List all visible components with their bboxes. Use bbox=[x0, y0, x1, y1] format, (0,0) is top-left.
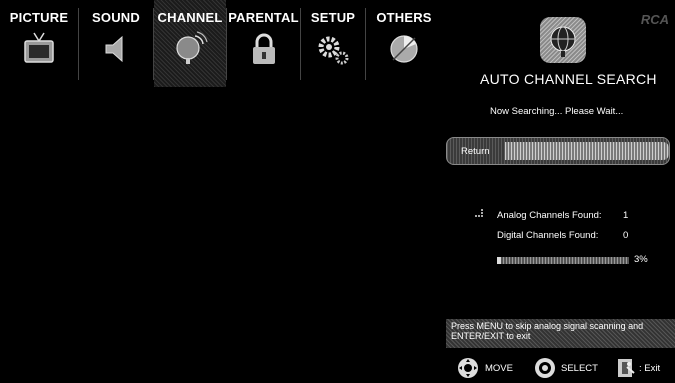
header-panel: RCA AUTO CHANNEL SEARCH bbox=[442, 0, 675, 87]
footer-move-label: MOVE bbox=[485, 363, 513, 374]
analog-channels-value: 1 bbox=[623, 210, 629, 221]
footer-exit-label: : Exit bbox=[639, 363, 661, 374]
page-title: AUTO CHANNEL SEARCH bbox=[480, 71, 657, 87]
menu-label-channel: CHANNEL bbox=[157, 10, 223, 25]
footer-select: SELECT bbox=[534, 357, 614, 379]
footer-move: MOVE bbox=[457, 357, 527, 379]
menu-bar: PICTURE SOUND CHANNEL PARENTAL SETUP OTH… bbox=[0, 0, 442, 87]
help-hint-panel: Press MENU to skip analog signal scannin… bbox=[446, 319, 675, 348]
search-progress-fill bbox=[497, 257, 501, 264]
globe-dish-icon bbox=[540, 17, 586, 63]
exit-door-icon bbox=[618, 359, 635, 377]
menu-label-parental: PARENTAL bbox=[228, 10, 299, 25]
menu-label-picture: PICTURE bbox=[9, 10, 69, 25]
digital-channels-label: Digital Channels Found: bbox=[497, 230, 599, 241]
menu-label-others: OTHERS bbox=[376, 10, 432, 25]
return-button[interactable]: Return bbox=[446, 137, 670, 165]
tv-icon bbox=[24, 32, 54, 63]
digital-channels-value: 0 bbox=[623, 230, 629, 241]
search-progress-bar bbox=[497, 257, 629, 264]
search-progress-percent: 3% bbox=[634, 254, 648, 265]
return-button-highlight bbox=[505, 142, 669, 160]
help-hint-text: Press MENU to skip analog signal scannin… bbox=[451, 321, 644, 341]
menu-label-setup: SETUP bbox=[310, 10, 356, 25]
speaker-icon bbox=[105, 35, 123, 63]
lock-icon bbox=[252, 33, 275, 64]
footer-exit: : Exit bbox=[615, 357, 675, 379]
select-button-icon bbox=[535, 358, 555, 378]
pie-chart-icon bbox=[390, 35, 418, 63]
menu-item-parental[interactable]: PARENTAL bbox=[227, 0, 300, 87]
gears-icon bbox=[318, 36, 349, 65]
menu-item-picture[interactable]: PICTURE bbox=[0, 0, 78, 87]
brand-logo: RCA bbox=[640, 12, 669, 27]
antenna-small-icon bbox=[475, 209, 483, 217]
menu-label-sound: SOUND bbox=[92, 10, 140, 25]
analog-channels-label: Analog Channels Found: bbox=[497, 210, 602, 221]
return-button-label: Return bbox=[461, 146, 490, 157]
menu-item-others[interactable]: OTHERS bbox=[366, 0, 442, 87]
satellite-dish-icon bbox=[176, 31, 208, 64]
menu-item-sound[interactable]: SOUND bbox=[79, 0, 153, 87]
dpad-icon bbox=[458, 358, 478, 378]
search-status-text: Now Searching... Please Wait... bbox=[490, 106, 624, 117]
footer-select-label: SELECT bbox=[561, 363, 598, 374]
menu-item-setup[interactable]: SETUP bbox=[301, 0, 365, 87]
menu-item-channel[interactable]: CHANNEL bbox=[154, 0, 226, 87]
